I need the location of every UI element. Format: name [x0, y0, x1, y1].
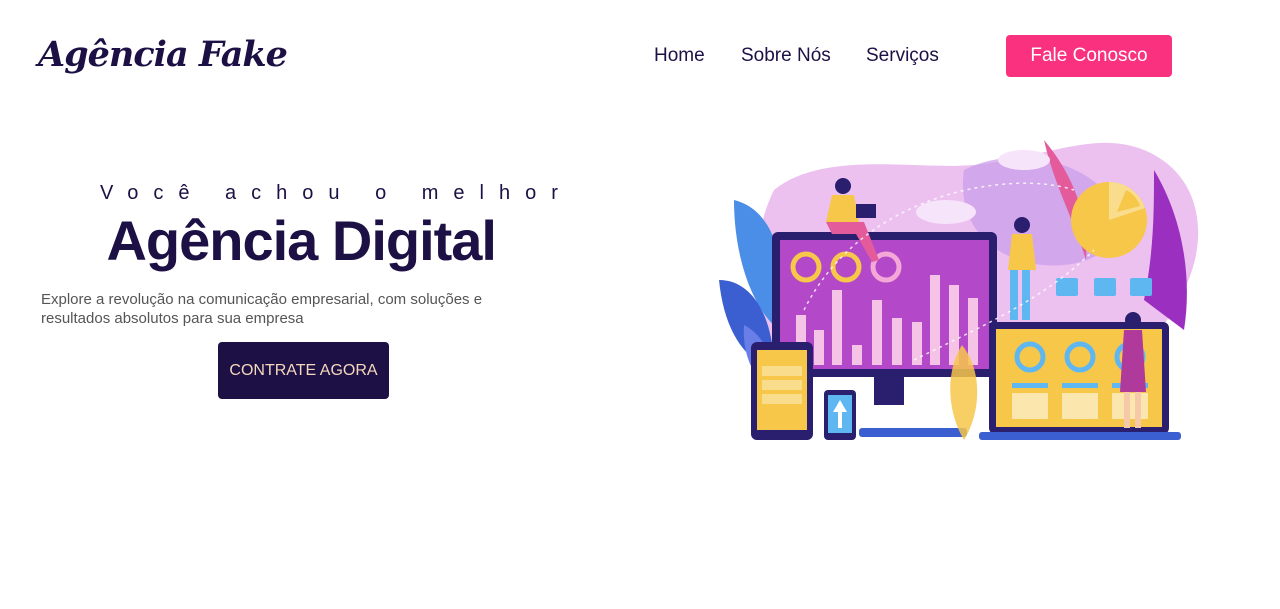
nav-item-sobre-nos[interactable]: Sobre Nós	[741, 45, 831, 67]
hero-section: Você achou o melhor Agência Digital Expl…	[0, 0, 620, 609]
nav-item-servicos[interactable]: Serviços	[866, 45, 939, 67]
hire-now-button[interactable]: CONTRATE AGORA	[218, 342, 389, 399]
hero-kicker: Você achou o melhor	[100, 182, 573, 204]
nav-item-home[interactable]: Home	[654, 45, 705, 67]
contact-button[interactable]: Fale Conosco	[1006, 35, 1172, 77]
hero-headline: Agência Digital	[106, 209, 497, 272]
digital-marketing-illustration	[714, 130, 1214, 445]
hero-description: Explore a revolução na comunicação empre…	[41, 291, 483, 327]
